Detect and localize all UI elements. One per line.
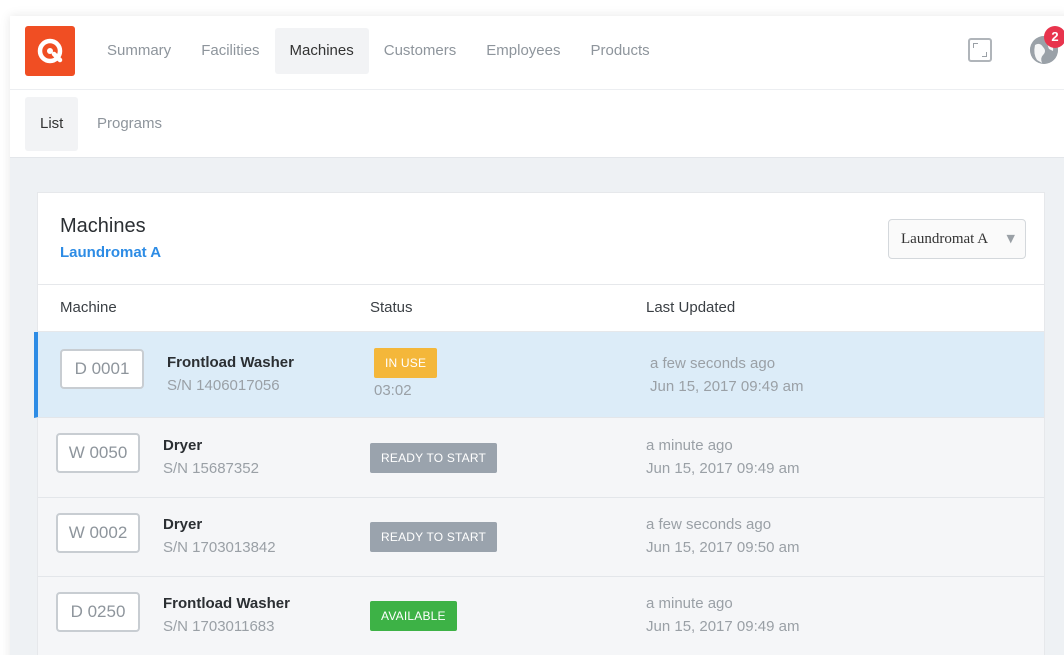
updated-timestamp: Jun 15, 2017 09:50 am bbox=[646, 539, 800, 556]
subnav-programs[interactable]: Programs bbox=[82, 97, 177, 151]
status-timer: 03:02 bbox=[374, 382, 412, 399]
machine-id-tag: W 0050 bbox=[56, 433, 140, 473]
machine-name: Dryer bbox=[163, 437, 203, 454]
machine-name: Frontload Washer bbox=[163, 595, 290, 612]
notification-badge[interactable]: 2 bbox=[1044, 26, 1064, 48]
machine-id-tag: D 0001 bbox=[60, 349, 144, 389]
location-select[interactable]: Laundromat A ▼ bbox=[888, 219, 1026, 259]
nav-facilities[interactable]: Facilities bbox=[186, 28, 274, 74]
table-header: Machine Status Last Updated bbox=[38, 284, 1044, 332]
nav-summary[interactable]: Summary bbox=[92, 28, 186, 74]
table-row[interactable]: D 0001 Frontload Washer S/N 1406017056 I… bbox=[34, 332, 1044, 418]
machine-serial: S/N 1406017056 bbox=[167, 377, 280, 394]
machine-id-tag: W 0002 bbox=[56, 513, 140, 553]
location-select-value: Laundromat A bbox=[901, 231, 989, 247]
app-window: Summary Facilities Machines Customers Em… bbox=[10, 16, 1064, 655]
table-row[interactable]: W 0002 Dryer S/N 1703013842 READY TO STA… bbox=[38, 498, 1044, 577]
updated-relative: a minute ago bbox=[646, 437, 733, 454]
nav-employees[interactable]: Employees bbox=[471, 28, 575, 74]
panel-title: Machines bbox=[60, 215, 146, 237]
nav-machines[interactable]: Machines bbox=[274, 28, 369, 74]
updated-relative: a few seconds ago bbox=[650, 355, 776, 372]
machine-name: Frontload Washer bbox=[167, 354, 294, 371]
sub-navbar: List Programs bbox=[10, 90, 1064, 158]
status-badge: READY TO START bbox=[370, 443, 498, 473]
machine-id-tag: D 0250 bbox=[56, 592, 140, 632]
status-badge: IN USE bbox=[374, 348, 438, 378]
panel-subtitle[interactable]: Laundromat A bbox=[60, 244, 161, 261]
machine-name: Dryer bbox=[163, 516, 203, 533]
machine-serial: S/N 1703011683 bbox=[163, 618, 275, 635]
main-nav: Summary Facilities Machines Customers Em… bbox=[92, 28, 665, 74]
machines-panel: Machines Laundromat A Laundromat A ▼ Mac… bbox=[34, 192, 1045, 655]
status-badge: READY TO START bbox=[370, 522, 498, 552]
col-machine[interactable]: Machine bbox=[60, 285, 117, 331]
updated-relative: a minute ago bbox=[646, 595, 733, 612]
fullscreen-icon[interactable] bbox=[968, 38, 992, 62]
q-logo-icon[interactable] bbox=[25, 26, 75, 76]
updated-timestamp: Jun 15, 2017 09:49 am bbox=[646, 618, 800, 635]
updated-relative: a few seconds ago bbox=[646, 516, 772, 533]
nav-products[interactable]: Products bbox=[575, 28, 664, 74]
top-navbar: Summary Facilities Machines Customers Em… bbox=[10, 16, 1064, 90]
dropdown-arrow-icon: ▼ bbox=[1006, 232, 1015, 245]
status-badge: AVAILABLE bbox=[370, 601, 457, 631]
updated-timestamp: Jun 15, 2017 09:49 am bbox=[650, 378, 804, 395]
machine-serial: S/N 1703013842 bbox=[163, 539, 276, 556]
col-status[interactable]: Status bbox=[370, 285, 413, 331]
table-row[interactable]: D 0250 Frontload Washer S/N 1703011683 A… bbox=[38, 577, 1044, 655]
nav-customers[interactable]: Customers bbox=[369, 28, 472, 74]
updated-timestamp: Jun 15, 2017 09:49 am bbox=[646, 460, 800, 477]
subnav-list[interactable]: List bbox=[25, 97, 79, 151]
col-last-updated[interactable]: Last Updated bbox=[646, 285, 735, 331]
machine-serial: S/N 15687352 bbox=[163, 460, 259, 477]
table-row[interactable]: W 0050 Dryer S/N 15687352 READY TO START… bbox=[38, 418, 1044, 498]
